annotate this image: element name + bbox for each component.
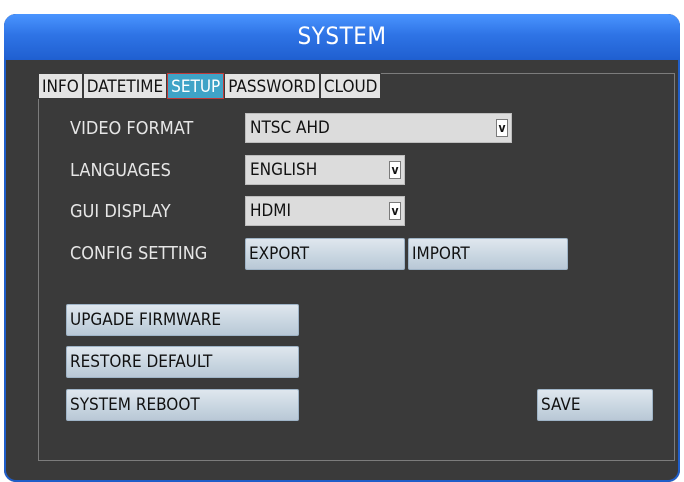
tab-setup[interactable]: SETUP [167,73,225,99]
tab-cloud[interactable]: CLOUD [319,73,382,99]
export-button[interactable]: EXPORT [245,238,405,270]
chevron-down-icon[interactable]: v [389,202,401,220]
gui-display-value: HDMI [250,201,291,221]
system-reboot-button[interactable]: SYSTEM REBOOT [66,389,299,421]
restore-default-button[interactable]: RESTORE DEFAULT [66,346,299,378]
chevron-down-icon[interactable]: v [496,119,508,137]
chevron-down-icon[interactable]: v [389,161,401,179]
tab-bar: INFO DATETIME SETUP PASSWORD CLOUD [38,73,382,99]
languages-value: ENGLISH [250,160,318,180]
video-format-label: VIDEO FORMAT [70,118,194,139]
gui-display-label: GUI DISPLAY [70,201,171,222]
window-title: SYSTEM [297,22,387,50]
tab-datetime[interactable]: DATETIME [82,73,168,99]
gui-display-select[interactable]: HDMI v [245,196,405,226]
tab-info[interactable]: INFO [38,73,83,99]
import-button[interactable]: IMPORT [408,238,568,270]
upgrade-firmware-button[interactable]: UPGADE FIRMWARE [66,304,299,336]
video-format-select[interactable]: NTSC AHD v [245,113,512,143]
video-format-value: NTSC AHD [250,118,330,138]
languages-label: LANGUAGES [70,160,171,181]
tab-password[interactable]: PASSWORD [224,73,320,99]
title-bar: SYSTEM [4,14,680,60]
save-button[interactable]: SAVE [537,389,653,421]
languages-select[interactable]: ENGLISH v [245,155,405,185]
config-setting-label: CONFIG SETTING [70,243,208,264]
